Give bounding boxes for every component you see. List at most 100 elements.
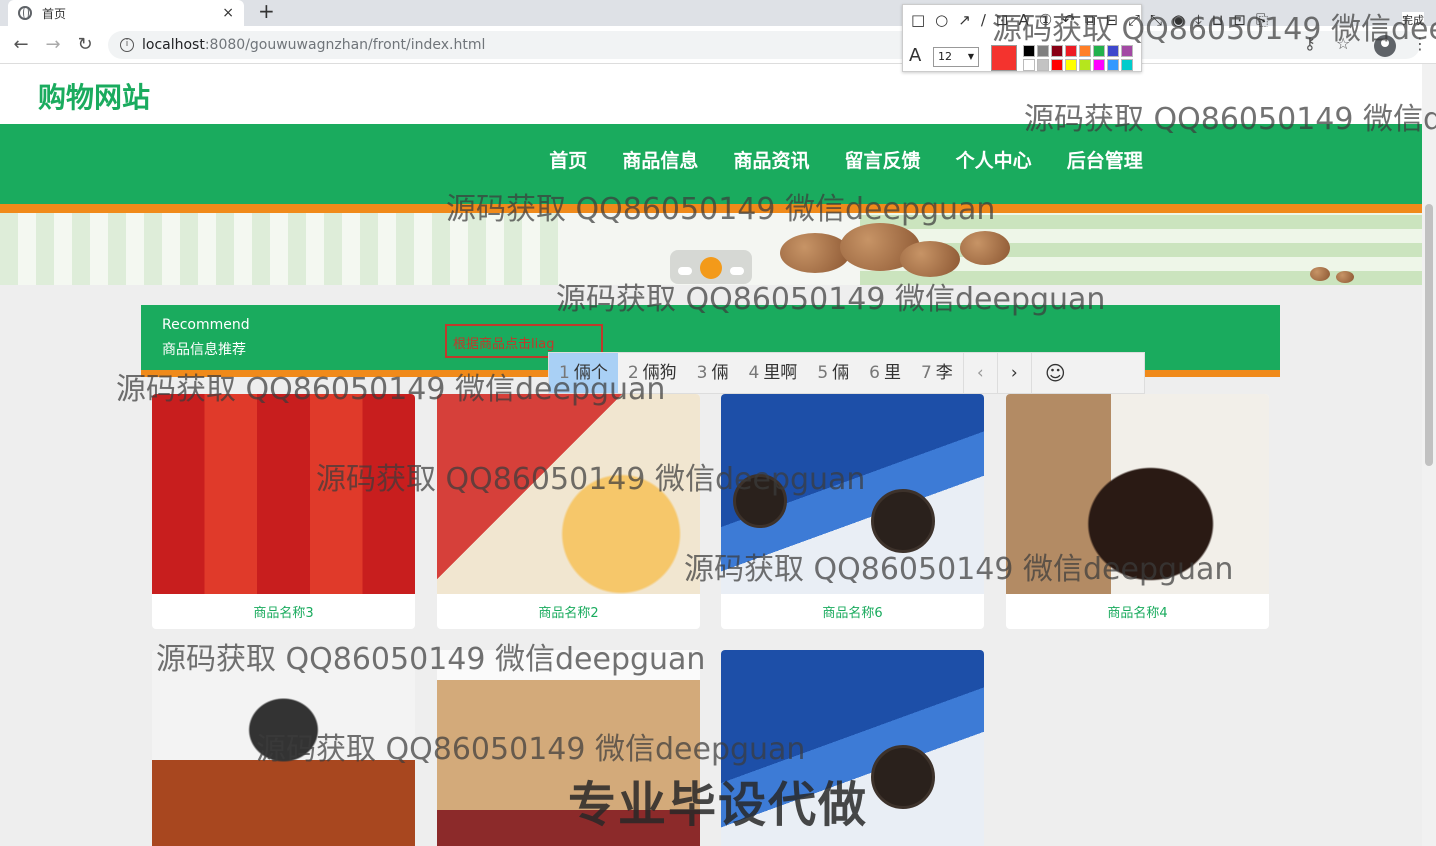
product-card[interactable]: 商品名称6 — [721, 394, 984, 629]
carousel-indicator — [670, 250, 752, 284]
annotation-tool-icons[interactable]: □○↗∕⊡A①↶⧉⊟⤢⤡◉⤓⊔⊡⎘ — [911, 11, 1278, 29]
globe-icon — [18, 6, 32, 20]
ime-candidate[interactable]: 4 里啊 — [738, 353, 807, 393]
color-swatch[interactable] — [1065, 45, 1077, 57]
reload-button[interactable]: ↻ — [74, 34, 96, 55]
key-icon[interactable]: ⚷ — [1304, 34, 1316, 53]
product-image[interactable] — [437, 394, 700, 594]
ime-candidate[interactable]: 1 倆个 — [549, 353, 618, 393]
ime-candidate-text: 里啊 — [763, 363, 798, 383]
color-swatch[interactable] — [1065, 59, 1077, 71]
ime-candidate-number: 5 — [817, 363, 829, 383]
ime-candidate[interactable]: 7李 — [911, 353, 963, 393]
nav-admin[interactable]: 后台管理 — [1067, 146, 1143, 173]
ime-candidate-number: 3 — [696, 363, 708, 383]
color-swatch[interactable] — [1051, 45, 1063, 57]
color-swatch[interactable] — [1051, 59, 1063, 71]
scrollbar-thumb[interactable] — [1425, 204, 1433, 466]
main-nav: 首页 商品信息 商品资讯 留言反馈 个人中心 后台管理 — [0, 124, 1422, 204]
color-swatch[interactable] — [1037, 45, 1049, 57]
almond-image — [900, 241, 960, 277]
coffee-bean-image — [1310, 267, 1330, 281]
url-bar[interactable]: i localhost:8080/gouwuwagnzhan/front/ind… — [108, 31, 1420, 59]
close-tab-icon[interactable]: × — [222, 5, 234, 21]
site-info-icon[interactable]: i — [120, 38, 134, 52]
ime-candidate-text: 李 — [935, 363, 953, 383]
section-title-cn: 商品信息推荐 — [162, 342, 246, 358]
color-swatch[interactable] — [1093, 45, 1105, 57]
browser-tab[interactable]: 首页 × — [8, 0, 244, 26]
color-swatch[interactable] — [1079, 59, 1091, 71]
almond-image — [780, 233, 850, 273]
ime-candidate-text: 倆 — [711, 363, 729, 383]
color-palette — [1023, 45, 1138, 71]
carousel-dot-active[interactable] — [700, 257, 722, 279]
ime-candidate-number: 2 — [627, 363, 639, 383]
product-name[interactable]: 商品名称4 — [1006, 602, 1269, 621]
profile-avatar[interactable] — [1374, 35, 1396, 57]
product-name[interactable]: 商品名称3 — [152, 602, 415, 621]
back-button[interactable]: ← — [10, 34, 32, 55]
product-card[interactable]: 商品名称4 — [1006, 394, 1269, 629]
url-path: :8080/gouwuwagnzhan/front/index.html — [204, 37, 486, 53]
ime-candidate[interactable]: 5倆 — [807, 353, 859, 393]
product-image[interactable] — [152, 650, 415, 846]
ime-candidate-window: 1 倆个 2 倆狗 3倆 4 里啊 5倆 6里 7李 ‹ › ☺ — [548, 352, 1145, 394]
color-swatch[interactable] — [1121, 59, 1133, 71]
ime-candidate[interactable]: 2 倆狗 — [618, 353, 687, 393]
ime-candidate-number: 6 — [869, 363, 880, 383]
font-size-select[interactable]: 12 — [933, 47, 979, 67]
product-name[interactable]: 商品名称2 — [437, 602, 700, 621]
ime-emoji-icon[interactable]: ☺ — [1030, 353, 1079, 393]
product-card[interactable] — [152, 650, 415, 846]
font-icon[interactable]: A — [909, 45, 921, 66]
ime-candidate[interactable]: 3倆 — [687, 353, 739, 393]
ime-candidate-text: 倆 — [832, 363, 850, 383]
new-tab-button[interactable]: + — [258, 0, 275, 24]
color-swatch[interactable] — [1023, 59, 1035, 71]
ime-next-page-icon[interactable]: › — [996, 353, 1031, 393]
color-swatch[interactable] — [1093, 59, 1105, 71]
site-header: 购物网站 — [0, 64, 1422, 124]
product-image[interactable] — [721, 394, 984, 594]
current-color-swatch[interactable] — [991, 45, 1017, 71]
nav-accent-stripe — [0, 204, 1422, 213]
ime-candidate-number: 4 — [748, 363, 760, 383]
nav-products[interactable]: 商品信息 — [622, 146, 698, 173]
address-bar-row: ← → ↻ i localhost:8080/gouwuwagnzhan/fro… — [0, 26, 1436, 64]
nav-news[interactable]: 商品资讯 — [733, 146, 809, 173]
carousel-dot[interactable] — [678, 267, 692, 275]
section-title-en: Recommend — [162, 317, 250, 333]
ime-candidate-text: 里 — [883, 363, 901, 383]
forward-button[interactable]: → — [42, 34, 64, 55]
color-swatch[interactable] — [1079, 45, 1091, 57]
ime-candidate[interactable]: 6里 — [859, 353, 911, 393]
banner-cloth-left — [0, 213, 560, 285]
ime-prev-page-icon[interactable]: ‹ — [962, 353, 997, 393]
product-image[interactable] — [152, 394, 415, 594]
color-swatch[interactable] — [1107, 45, 1119, 57]
nav-feedback[interactable]: 留言反馈 — [845, 146, 921, 173]
ime-candidate-text: 倆个 — [573, 363, 608, 383]
coffee-bean-image — [1336, 271, 1354, 283]
color-swatch[interactable] — [1121, 45, 1133, 57]
cookie-image — [871, 489, 935, 553]
color-swatch[interactable] — [1023, 45, 1035, 57]
product-card[interactable]: 商品名称2 — [437, 394, 700, 629]
site-logo[interactable]: 购物网站 — [38, 76, 150, 116]
carousel-dot[interactable] — [730, 267, 744, 275]
page-scrollbar[interactable] — [1422, 64, 1436, 846]
nav-profile[interactable]: 个人中心 — [956, 146, 1032, 173]
nav-home[interactable]: 首页 — [549, 146, 587, 173]
url-host: localhost — [142, 37, 205, 53]
ime-candidate-number: 1 — [559, 363, 570, 383]
browser-menu-icon[interactable]: ⋮ — [1412, 34, 1428, 53]
tab-title: 首页 — [42, 6, 67, 21]
product-image[interactable] — [1006, 394, 1269, 594]
bookmark-star-icon[interactable]: ☆ — [1336, 34, 1350, 53]
product-card[interactable]: 商品名称3 — [152, 394, 415, 629]
annotation-done-button[interactable]: 完成 — [1402, 12, 1424, 28]
color-swatch[interactable] — [1107, 59, 1119, 71]
color-swatch[interactable] — [1037, 59, 1049, 71]
product-name[interactable]: 商品名称6 — [721, 602, 984, 621]
